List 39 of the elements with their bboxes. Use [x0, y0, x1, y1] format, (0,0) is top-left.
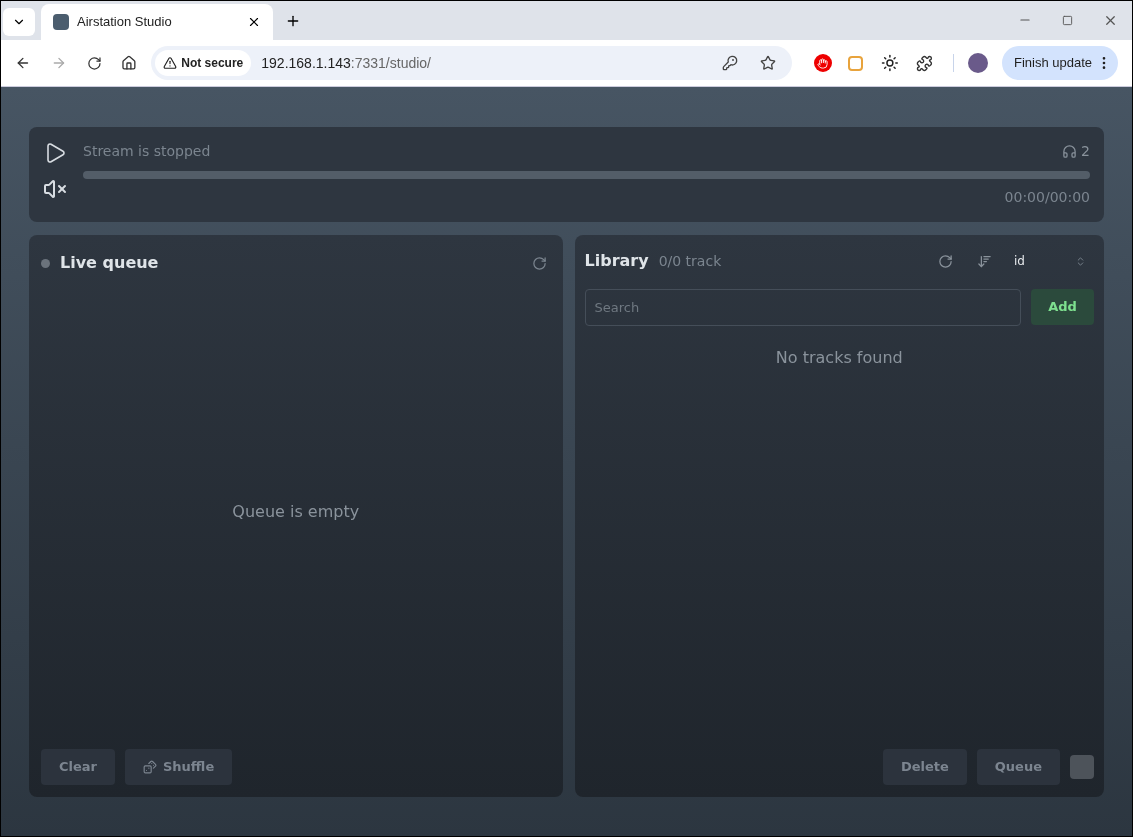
- sort-field-select[interactable]: id: [1014, 252, 1094, 270]
- puzzle-icon[interactable]: [916, 54, 934, 72]
- refresh-icon[interactable]: [531, 255, 547, 271]
- listener-count: 2: [1081, 142, 1090, 161]
- dice-icon: [143, 760, 157, 774]
- track-count: 0/0 track: [658, 251, 723, 271]
- site-logo-icon: [53, 14, 69, 30]
- finish-update-button[interactable]: Finish update: [1001, 46, 1118, 80]
- select-all-checkbox[interactable]: [1070, 755, 1094, 779]
- headphones-icon: [1062, 144, 1078, 159]
- address-bar[interactable]: Not secure 192.168.1.143:7331/studio/: [151, 46, 792, 80]
- sun-extension-icon[interactable]: [880, 54, 899, 72]
- home-icon[interactable]: [121, 55, 138, 71]
- profile-avatar[interactable]: [968, 53, 988, 73]
- security-chip[interactable]: Not secure: [155, 50, 252, 76]
- hand-extension-icon[interactable]: [813, 54, 832, 72]
- browser-tab[interactable]: Airstation Studio: [41, 4, 273, 40]
- back-icon[interactable]: [15, 55, 31, 71]
- key-icon[interactable]: [721, 55, 738, 71]
- reload-icon[interactable]: [86, 55, 102, 71]
- empty-library-text: No tracks found: [775, 347, 903, 369]
- panel-title: Live queue: [60, 252, 160, 274]
- panel-title: Library: [584, 250, 649, 272]
- empty-queue-text: Queue is empty: [232, 501, 360, 523]
- search-field[interactable]: Search: [584, 289, 1021, 326]
- playback-time: 00:00/00:00: [1004, 188, 1090, 207]
- chevron-icon: [1075, 255, 1086, 267]
- sort-order-icon[interactable]: [977, 253, 992, 269]
- refresh-icon[interactable]: [938, 253, 953, 269]
- muted-speaker-icon[interactable]: [43, 177, 67, 201]
- add-button[interactable]: Add: [1031, 289, 1094, 325]
- warning-icon: [163, 56, 178, 70]
- url-text: 192.168.1.143:7331/studio/: [261, 53, 431, 73]
- bookmark-star-icon[interactable]: [759, 55, 776, 71]
- new-tab-icon[interactable]: [285, 13, 301, 29]
- close-icon[interactable]: [247, 15, 261, 29]
- stream-status: Stream is stopped: [83, 142, 211, 161]
- maximize-icon[interactable]: [1062, 15, 1073, 26]
- tab-title: Airstation Studio: [77, 13, 173, 32]
